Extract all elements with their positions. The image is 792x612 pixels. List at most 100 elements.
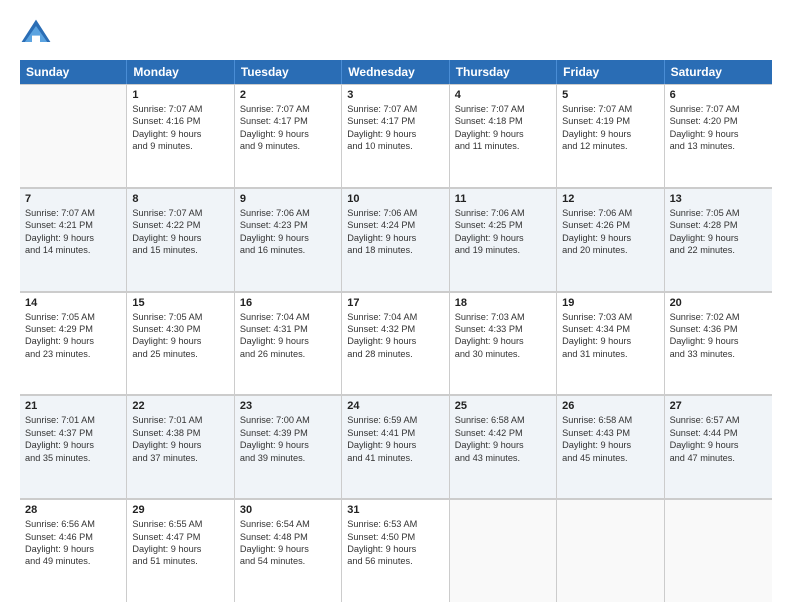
calendar-cell: 13Sunrise: 7:05 AMSunset: 4:28 PMDayligh…	[665, 188, 772, 291]
day-number: 28	[25, 504, 121, 516]
day-info-line: Sunset: 4:16 PM	[132, 115, 228, 127]
day-info-line: and 43 minutes.	[455, 452, 551, 464]
day-info-line: Sunset: 4:39 PM	[240, 427, 336, 439]
day-info-line: Sunset: 4:33 PM	[455, 323, 551, 335]
calendar-cell: 7Sunrise: 7:07 AMSunset: 4:21 PMDaylight…	[20, 188, 127, 291]
calendar-cell: 1Sunrise: 7:07 AMSunset: 4:16 PMDaylight…	[127, 84, 234, 187]
day-info-line: and 56 minutes.	[347, 555, 443, 567]
day-number: 31	[347, 504, 443, 516]
day-info-line: and 18 minutes.	[347, 244, 443, 256]
day-number: 24	[347, 400, 443, 412]
day-info-line: and 22 minutes.	[670, 244, 767, 256]
calendar-week-3: 21Sunrise: 7:01 AMSunset: 4:37 PMDayligh…	[20, 395, 772, 499]
calendar-cell: 21Sunrise: 7:01 AMSunset: 4:37 PMDayligh…	[20, 395, 127, 498]
day-number: 2	[240, 89, 336, 101]
day-number: 19	[562, 297, 658, 309]
day-info-line: Sunrise: 7:04 AM	[347, 311, 443, 323]
day-info-line: and 14 minutes.	[25, 244, 121, 256]
calendar-cell: 6Sunrise: 7:07 AMSunset: 4:20 PMDaylight…	[665, 84, 772, 187]
calendar-cell: 28Sunrise: 6:56 AMSunset: 4:46 PMDayligh…	[20, 499, 127, 602]
day-info-line: Sunrise: 7:01 AM	[132, 414, 228, 426]
day-info-line: Sunrise: 7:07 AM	[562, 103, 658, 115]
calendar-header: SundayMondayTuesdayWednesdayThursdayFrid…	[20, 60, 772, 84]
day-info-line: and 41 minutes.	[347, 452, 443, 464]
day-info-line: Sunset: 4:30 PM	[132, 323, 228, 335]
day-info-line: and 11 minutes.	[455, 140, 551, 152]
day-info-line: Daylight: 9 hours	[562, 335, 658, 347]
day-number: 26	[562, 400, 658, 412]
day-info-line: Daylight: 9 hours	[25, 543, 121, 555]
day-info-line: Sunset: 4:37 PM	[25, 427, 121, 439]
day-info-line: Sunset: 4:17 PM	[240, 115, 336, 127]
day-info-line: Sunset: 4:26 PM	[562, 219, 658, 231]
calendar: SundayMondayTuesdayWednesdayThursdayFrid…	[20, 60, 772, 602]
calendar-cell: 20Sunrise: 7:02 AMSunset: 4:36 PMDayligh…	[665, 292, 772, 395]
logo	[20, 18, 56, 50]
day-info-line: Daylight: 9 hours	[25, 335, 121, 347]
day-info-line: Sunrise: 6:59 AM	[347, 414, 443, 426]
day-info-line: Daylight: 9 hours	[132, 543, 228, 555]
day-info-line: Sunset: 4:23 PM	[240, 219, 336, 231]
day-info-line: Sunrise: 7:07 AM	[132, 207, 228, 219]
day-info-line: Sunrise: 7:06 AM	[455, 207, 551, 219]
calendar-cell: 2Sunrise: 7:07 AMSunset: 4:17 PMDaylight…	[235, 84, 342, 187]
day-info-line: and 9 minutes.	[240, 140, 336, 152]
day-number: 3	[347, 89, 443, 101]
day-info-line: and 28 minutes.	[347, 348, 443, 360]
day-info-line: Sunset: 4:36 PM	[670, 323, 767, 335]
day-info-line: Sunset: 4:29 PM	[25, 323, 121, 335]
calendar-cell: 23Sunrise: 7:00 AMSunset: 4:39 PMDayligh…	[235, 395, 342, 498]
calendar-cell: 22Sunrise: 7:01 AMSunset: 4:38 PMDayligh…	[127, 395, 234, 498]
day-info-line: Sunrise: 7:07 AM	[347, 103, 443, 115]
day-info-line: and 15 minutes.	[132, 244, 228, 256]
day-info-line: Sunset: 4:28 PM	[670, 219, 767, 231]
day-info-line: Sunset: 4:41 PM	[347, 427, 443, 439]
day-info-line: Sunset: 4:24 PM	[347, 219, 443, 231]
day-info-line: Daylight: 9 hours	[562, 232, 658, 244]
calendar-cell: 26Sunrise: 6:58 AMSunset: 4:43 PMDayligh…	[557, 395, 664, 498]
header-day-tuesday: Tuesday	[235, 60, 342, 84]
day-info-line: Sunrise: 6:56 AM	[25, 518, 121, 530]
calendar-body: 1Sunrise: 7:07 AMSunset: 4:16 PMDaylight…	[20, 84, 772, 602]
day-info-line: Sunset: 4:44 PM	[670, 427, 767, 439]
day-info-line: and 45 minutes.	[562, 452, 658, 464]
calendar-cell: 9Sunrise: 7:06 AMSunset: 4:23 PMDaylight…	[235, 188, 342, 291]
day-number: 7	[25, 193, 121, 205]
day-info-line: Sunrise: 7:05 AM	[132, 311, 228, 323]
calendar-cell: 8Sunrise: 7:07 AMSunset: 4:22 PMDaylight…	[127, 188, 234, 291]
day-info-line: and 19 minutes.	[455, 244, 551, 256]
day-info-line: Sunrise: 7:06 AM	[347, 207, 443, 219]
calendar-cell: 4Sunrise: 7:07 AMSunset: 4:18 PMDaylight…	[450, 84, 557, 187]
header-day-wednesday: Wednesday	[342, 60, 449, 84]
day-info-line: Daylight: 9 hours	[670, 128, 767, 140]
day-number: 25	[455, 400, 551, 412]
day-info-line: Sunset: 4:47 PM	[132, 531, 228, 543]
day-number: 23	[240, 400, 336, 412]
header-day-friday: Friday	[557, 60, 664, 84]
calendar-cell	[450, 499, 557, 602]
day-info-line: Sunset: 4:25 PM	[455, 219, 551, 231]
day-info-line: Daylight: 9 hours	[670, 232, 767, 244]
calendar-cell	[665, 499, 772, 602]
header	[20, 18, 772, 50]
day-info-line: Sunrise: 7:07 AM	[240, 103, 336, 115]
day-info-line: and 9 minutes.	[132, 140, 228, 152]
day-info-line: and 37 minutes.	[132, 452, 228, 464]
day-info-line: and 23 minutes.	[25, 348, 121, 360]
day-number: 27	[670, 400, 767, 412]
day-info-line: Sunrise: 7:07 AM	[455, 103, 551, 115]
day-info-line: and 26 minutes.	[240, 348, 336, 360]
day-info-line: Daylight: 9 hours	[132, 128, 228, 140]
day-info-line: Daylight: 9 hours	[240, 232, 336, 244]
day-info-line: Sunset: 4:19 PM	[562, 115, 658, 127]
day-info-line: and 49 minutes.	[25, 555, 121, 567]
day-info-line: and 30 minutes.	[455, 348, 551, 360]
header-day-monday: Monday	[127, 60, 234, 84]
day-info-line: Sunrise: 7:07 AM	[25, 207, 121, 219]
calendar-cell: 5Sunrise: 7:07 AMSunset: 4:19 PMDaylight…	[557, 84, 664, 187]
calendar-week-4: 28Sunrise: 6:56 AMSunset: 4:46 PMDayligh…	[20, 499, 772, 602]
day-number: 8	[132, 193, 228, 205]
calendar-cell: 27Sunrise: 6:57 AMSunset: 4:44 PMDayligh…	[665, 395, 772, 498]
day-info-line: Sunrise: 6:54 AM	[240, 518, 336, 530]
logo-icon	[20, 18, 52, 50]
